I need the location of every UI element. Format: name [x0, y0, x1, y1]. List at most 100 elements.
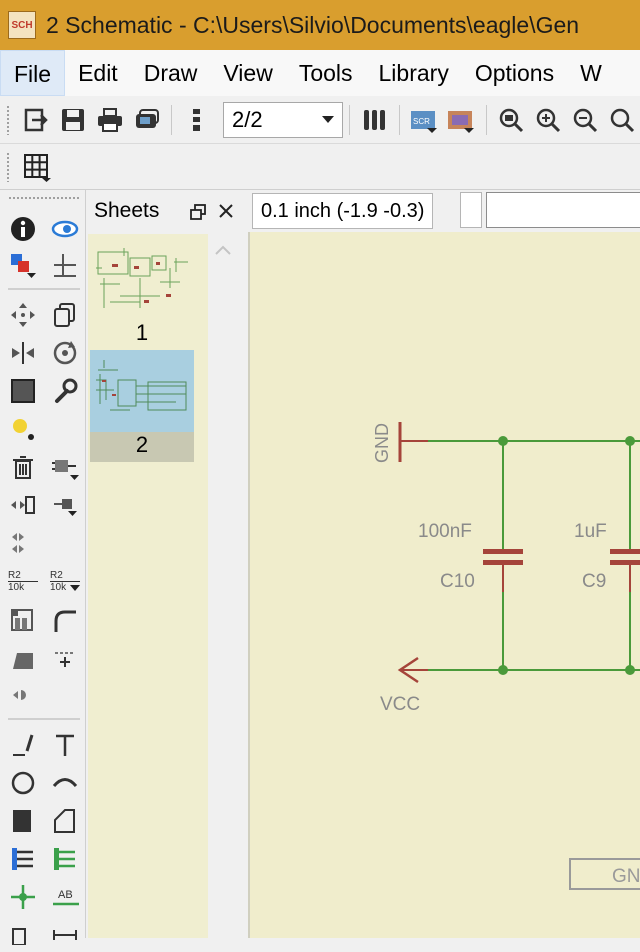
smash-icon[interactable]: [6, 526, 40, 560]
split-icon[interactable]: [48, 604, 82, 638]
float-panel-icon[interactable]: [190, 202, 206, 226]
scroll-up-icon[interactable]: [214, 244, 232, 256]
paste-icon[interactable]: [6, 412, 40, 446]
schematic-drawing: GND 100nF C10 1uF C9 VCC GN: [372, 422, 640, 890]
open-icon[interactable]: [20, 103, 53, 137]
name-tool-label: R2: [8, 569, 21, 581]
menu-draw[interactable]: Draw: [131, 50, 211, 96]
coordinate-display[interactable]: 0.1 inch (-1.9 -0.3): [252, 193, 434, 229]
show-icon[interactable]: [48, 212, 82, 246]
sheet-number: 2: [90, 432, 194, 462]
c9-name: C9: [582, 571, 606, 592]
menu-edit[interactable]: Edit: [65, 50, 131, 96]
zoom-out-icon[interactable]: [568, 103, 601, 137]
wire-icon[interactable]: [6, 728, 40, 762]
change-icon[interactable]: [48, 374, 82, 408]
attribute-icon[interactable]: [6, 918, 40, 952]
label-icon[interactable]: AB: [48, 880, 82, 914]
copy-icon[interactable]: [48, 298, 82, 332]
sheet-thumbnail: [96, 360, 187, 411]
scr-icon[interactable]: SCR: [408, 103, 441, 137]
toolbar-divider: [8, 718, 80, 720]
sheet-dropdown[interactable]: 2/2: [222, 101, 344, 138]
zoom-select-icon[interactable]: [605, 103, 638, 137]
bus-icon[interactable]: [6, 842, 40, 876]
empty-slot: [48, 526, 82, 560]
bus-split-icon[interactable]: [6, 678, 40, 712]
print-icon[interactable]: [94, 103, 127, 137]
name-icon[interactable]: [48, 488, 82, 522]
coordinate-toggle[interactable]: [460, 192, 482, 228]
info-icon[interactable]: [6, 212, 40, 246]
cam-icon[interactable]: [130, 103, 163, 137]
capacitor-c10[interactable]: 100nF C10: [418, 441, 523, 670]
miter-icon[interactable]: [6, 604, 40, 638]
ulp-icon[interactable]: [445, 103, 478, 137]
delete-icon[interactable]: [6, 450, 40, 484]
rect-icon[interactable]: [6, 804, 40, 838]
menu-options[interactable]: Options: [462, 50, 567, 96]
toolbar-separator: [349, 104, 351, 135]
sheet-item-1[interactable]: 1: [90, 238, 194, 350]
main-toolbar: 2/2 SCR: [0, 96, 640, 144]
toolbar-divider: [8, 288, 80, 290]
menu-bar: File Edit Draw View Tools Library Option…: [0, 50, 640, 96]
circle-icon[interactable]: [6, 766, 40, 800]
gnd-label: GND: [372, 423, 392, 463]
grid-icon[interactable]: [20, 150, 54, 184]
polygon-icon[interactable]: [48, 804, 82, 838]
net-icon[interactable]: [48, 842, 82, 876]
sheets-list: 1 2: [88, 234, 208, 938]
sheet-icon[interactable]: [180, 103, 213, 137]
svg-text:SCR: SCR: [413, 117, 430, 126]
mirror-icon[interactable]: [6, 336, 40, 370]
add-icon[interactable]: [48, 450, 82, 484]
sheet-item-2[interactable]: 2: [90, 350, 194, 462]
zoom-in-icon[interactable]: [532, 103, 565, 137]
menu-tools[interactable]: Tools: [286, 50, 366, 96]
value-tool-label: R2: [50, 569, 63, 581]
frame-label[interactable]: GN: [569, 858, 640, 890]
toolbar-separator: [171, 104, 173, 135]
toolbar-grip[interactable]: [6, 151, 10, 182]
toolbar-grip[interactable]: [8, 196, 80, 200]
save-icon[interactable]: [57, 103, 90, 137]
dimension-icon[interactable]: [48, 918, 82, 952]
menu-file[interactable]: File: [0, 50, 66, 96]
value-tool[interactable]: R2 10k: [48, 564, 82, 598]
command-toolbar: R2 10k R2 10k AB: [0, 190, 86, 945]
sheets-scrollbar[interactable]: [208, 234, 238, 938]
junction-icon[interactable]: [6, 880, 40, 914]
name-tool[interactable]: R2 10k: [6, 564, 40, 598]
zoom-fit-icon[interactable]: [495, 103, 528, 137]
toolbar-grip[interactable]: [6, 104, 10, 135]
arc-icon[interactable]: [48, 766, 82, 800]
gnd-symbol[interactable]: GND: [372, 422, 428, 463]
move-icon[interactable]: [6, 298, 40, 332]
frame-text: GN: [612, 866, 640, 887]
junction-dot[interactable]: [625, 665, 635, 675]
vcc-symbol[interactable]: VCC: [380, 656, 428, 715]
group-icon[interactable]: [6, 374, 40, 408]
app-icon[interactable]: SCH: [8, 11, 36, 39]
menu-window[interactable]: W: [567, 50, 615, 96]
rotate-icon[interactable]: [48, 336, 82, 370]
menu-view[interactable]: View: [210, 50, 285, 96]
close-icon[interactable]: [218, 201, 234, 225]
text-icon[interactable]: [48, 728, 82, 762]
mark-icon[interactable]: [48, 248, 82, 282]
display-layers-icon[interactable]: [6, 248, 40, 282]
sheets-panel-title: Sheets: [94, 199, 160, 222]
schematic-canvas[interactable]: GND 100nF C10 1uF C9 VCC GN: [248, 232, 640, 938]
menu-library[interactable]: Library: [366, 50, 462, 96]
capacitor-c9[interactable]: 1uF C9: [574, 441, 640, 670]
replace-icon[interactable]: [6, 488, 40, 522]
gateswap-icon[interactable]: [48, 642, 82, 676]
pin-icon[interactable]: [358, 103, 391, 137]
sheets-panel-header: Sheets: [86, 190, 242, 232]
junction-dot[interactable]: [498, 665, 508, 675]
invoke-icon[interactable]: [6, 642, 40, 676]
empty-slot: [48, 412, 82, 446]
command-input[interactable]: [486, 192, 640, 228]
empty-slot: [48, 678, 82, 712]
